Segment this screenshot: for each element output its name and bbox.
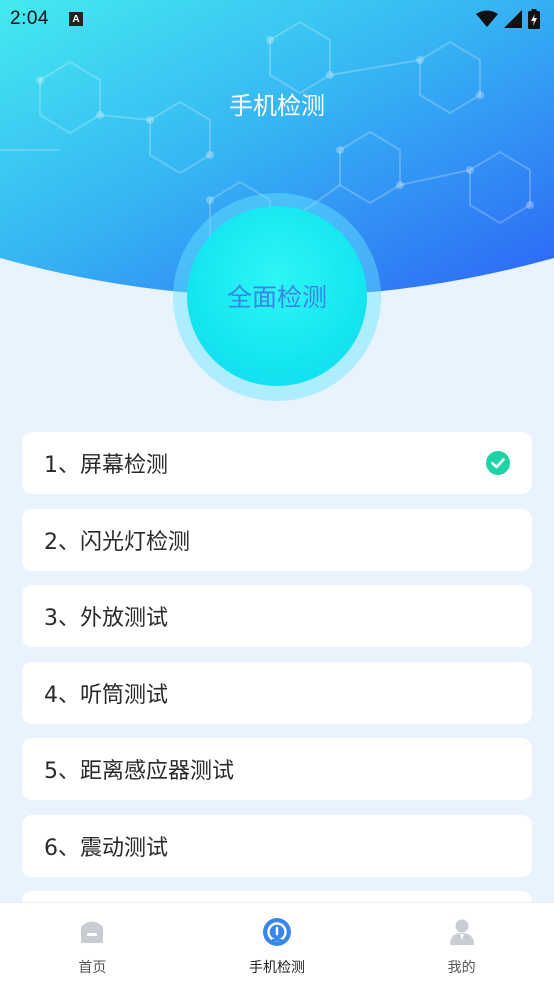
status-time: 2:04 bbox=[10, 8, 49, 29]
tab-label: 首页 bbox=[78, 960, 107, 976]
page-title: 手机检测 bbox=[229, 92, 325, 120]
check-item-earpiece[interactable]: 4、听筒测试 bbox=[22, 661, 532, 724]
tab-mine[interactable]: 我的 bbox=[369, 903, 554, 984]
check-item-label: 3、外放测试 bbox=[44, 606, 168, 631]
battery-icon bbox=[528, 9, 540, 29]
check-item-screen[interactable]: 1、屏幕检测 bbox=[22, 432, 532, 494]
tab-label: 手机检测 bbox=[249, 960, 305, 976]
gauge-icon bbox=[263, 918, 291, 946]
check-item-vibration[interactable]: 6、震动测试 bbox=[22, 814, 532, 877]
check-item-label: 2、闪光灯检测 bbox=[44, 529, 190, 555]
check-item-flashlight[interactable]: 2、闪光灯检测 bbox=[22, 508, 532, 571]
check-item-proximity-sensor[interactable]: 5、距离感应器测试 bbox=[22, 738, 532, 800]
notification-badge-icon: A bbox=[68, 12, 83, 26]
check-item-speaker[interactable]: 3、外放测试 bbox=[22, 585, 532, 647]
check-item-label: 5、距离感应器测试 bbox=[44, 759, 234, 784]
status-bar: 2:04 A bbox=[0, 0, 554, 38]
signal-icon bbox=[504, 10, 522, 28]
wifi-icon bbox=[476, 10, 498, 27]
full-check-button[interactable]: 全面检测 bbox=[187, 206, 367, 386]
check-item-label: 4、听筒测试 bbox=[44, 682, 168, 708]
user-icon bbox=[449, 919, 474, 945]
tab-label: 我的 bbox=[447, 960, 476, 976]
check-item-label: 6、震动测试 bbox=[44, 835, 168, 861]
home-icon bbox=[81, 921, 104, 943]
bottom-tab-bar: 首页 手机检测 我的 bbox=[0, 902, 554, 984]
tab-home[interactable]: 首页 bbox=[0, 903, 185, 984]
check-list: 1、屏幕检测 2、闪光灯检测 3、外放测试 4、听筒测试 5、距离感应器测试 6… bbox=[22, 432, 532, 968]
check-done-icon bbox=[486, 451, 510, 475]
check-item-label: 1、屏幕检测 bbox=[44, 453, 168, 478]
tab-phone-check[interactable]: 手机检测 bbox=[185, 903, 370, 984]
